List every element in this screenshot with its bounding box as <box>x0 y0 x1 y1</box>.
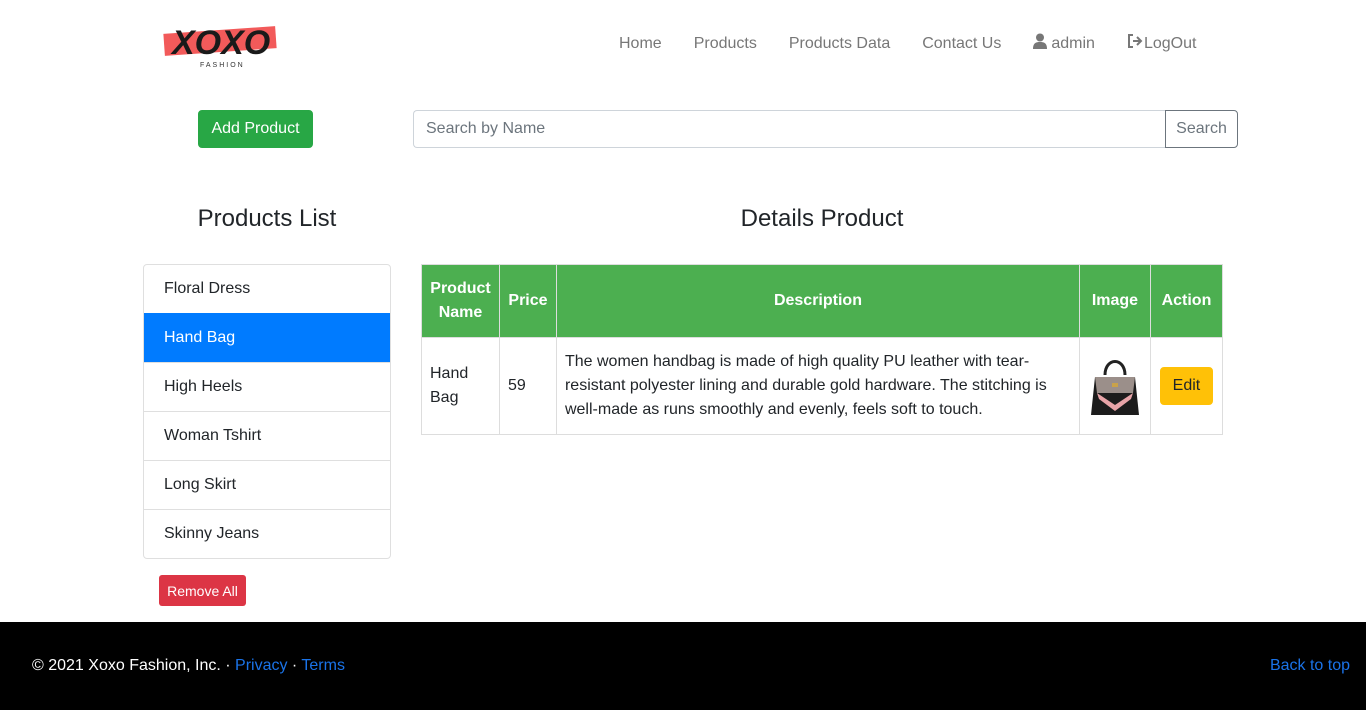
list-item-long-skirt[interactable]: Long Skirt <box>144 460 390 509</box>
search-input[interactable] <box>413 110 1165 148</box>
details-product-heading: Details Product <box>740 205 904 232</box>
list-item-skinny-jeans[interactable]: Skinny Jeans <box>144 509 390 558</box>
add-product-button[interactable]: Add Product <box>198 110 313 148</box>
main-nav: Home Products Products Data Contact Us a… <box>603 33 1212 55</box>
footer-copyright-line: © 2021 Xoxo Fashion, Inc. · Privacy · Te… <box>32 657 345 675</box>
user-icon <box>1033 33 1048 55</box>
col-header-image: Image <box>1078 264 1151 338</box>
list-item-woman-tshirt[interactable]: Woman Tshirt <box>144 411 390 460</box>
nav-products[interactable]: Products <box>678 34 773 54</box>
nav-products-data[interactable]: Products Data <box>773 34 906 54</box>
table-row: Hand Bag 59 The women handbag is made of… <box>421 337 1224 435</box>
products-list: Floral Dress Hand Bag High Heels Woman T… <box>143 264 391 559</box>
nav-contact[interactable]: Contact Us <box>906 34 1017 54</box>
cell-action: Edit <box>1149 337 1224 435</box>
search-group: Search <box>413 110 1238 148</box>
back-to-top-link[interactable]: Back to top <box>1270 657 1350 675</box>
cell-description: The women handbag is made of high qualit… <box>555 337 1080 435</box>
list-item-hand-bag[interactable]: Hand Bag <box>144 313 390 362</box>
svg-text:XOXO: XOXO <box>170 24 270 62</box>
details-table: Product Name Price Description Image Act… <box>421 264 1224 435</box>
footer: © 2021 Xoxo Fashion, Inc. · Privacy · Te… <box>0 622 1366 710</box>
privacy-link[interactable]: Privacy <box>235 657 287 674</box>
col-header-description: Description <box>555 264 1080 338</box>
search-button[interactable]: Search <box>1165 110 1238 148</box>
nav-home[interactable]: Home <box>603 34 678 54</box>
products-list-heading: Products List <box>197 205 337 232</box>
nav-user[interactable]: admin <box>1017 33 1111 55</box>
edit-button[interactable]: Edit <box>1159 367 1213 405</box>
xoxo-logo-icon: XOXO FASHION <box>163 24 277 69</box>
nav-user-label: admin <box>1051 35 1095 52</box>
col-header-action: Action <box>1149 264 1224 338</box>
nav-logout[interactable]: LogOut <box>1111 34 1212 54</box>
logout-icon <box>1127 34 1143 54</box>
svg-text:FASHION: FASHION <box>200 62 245 69</box>
remove-all-button[interactable]: Remove All <box>159 575 246 606</box>
list-item-high-heels[interactable]: High Heels <box>144 362 390 411</box>
handbag-thumbnail-icon <box>1090 360 1139 415</box>
brand-logo[interactable]: XOXO FASHION <box>160 14 280 72</box>
table-header-row: Product Name Price Description Image Act… <box>421 264 1224 338</box>
col-header-price: Price <box>498 264 557 338</box>
list-item-floral-dress[interactable]: Floral Dress <box>144 265 390 313</box>
cell-price: 59 <box>498 337 557 435</box>
footer-separator: · <box>291 657 298 674</box>
terms-link[interactable]: Terms <box>301 657 345 674</box>
cell-product-name: Hand Bag <box>421 337 500 435</box>
cell-image <box>1078 337 1151 435</box>
col-header-product-name: Product Name <box>421 264 500 338</box>
nav-logout-label: LogOut <box>1143 35 1197 52</box>
footer-copyright: © 2021 Xoxo Fashion, Inc. · <box>32 657 231 674</box>
